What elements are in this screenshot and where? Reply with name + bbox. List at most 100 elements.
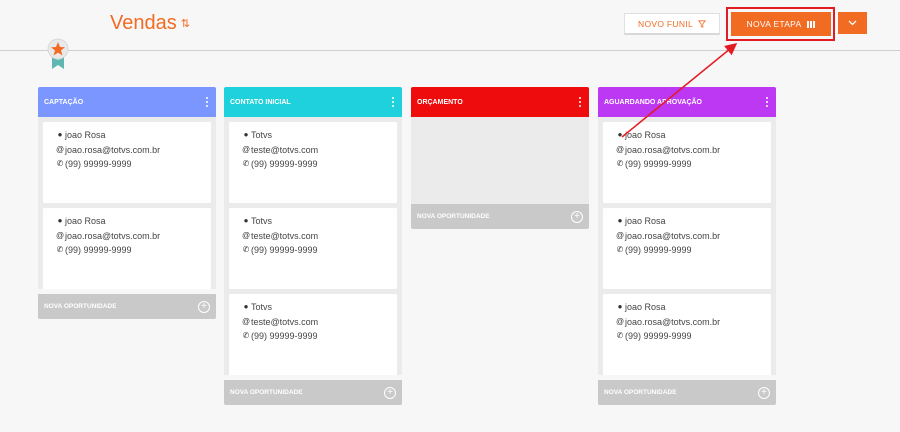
column-header: ORÇAMENTO — [411, 87, 589, 117]
phone-icon: ✆ — [242, 245, 250, 254]
nova-etapa-button[interactable]: NOVA ETAPA — [731, 12, 831, 36]
nova-oportunidade-button[interactable]: NOVA OPORTUNIDADE + — [224, 380, 402, 405]
card-name: Totvs — [251, 216, 273, 226]
opportunity-card[interactable]: ● joao Rosa @ joao.rosa@totvs.com.br ✆ (99)… — [603, 122, 771, 203]
opportunity-card[interactable]: ● joao Rosa @ joao.rosa@totvs.com.br ✆ (99)… — [603, 208, 771, 289]
card-phone-row: ✆ (99) 99999-9999 — [616, 329, 771, 344]
column-header: CAPTAÇÃO — [38, 87, 216, 117]
kanban-column: ORÇAMENTO NOVA OPORTUNIDADE + — [411, 87, 589, 229]
column-body: ● Totvs @ teste@totvs.com ✆ (99) 99999-9999… — [224, 117, 402, 375]
card-email-row: @ teste@totvs.com — [242, 315, 397, 330]
opportunity-card[interactable]: ● joao Rosa @ joao.rosa@totvs.com.br ✆ (99)… — [43, 208, 211, 289]
card-phone-row: ✆ (99) 99999-9999 — [616, 157, 771, 172]
card-phone-row: ✆ (99) 99999-9999 — [242, 157, 397, 172]
card-email: teste@totvs.com — [251, 144, 319, 155]
empty-drop-zone — [416, 122, 584, 204]
user-icon: ● — [617, 216, 623, 225]
user-icon: ● — [243, 216, 249, 225]
user-icon: ● — [617, 130, 623, 139]
phone-icon: ✆ — [616, 159, 624, 168]
card-phone: (99) 99999-9999 — [65, 245, 132, 255]
card-email: joao.rosa@totvs.com.br — [625, 144, 721, 155]
user-icon: ● — [57, 130, 63, 139]
card-name: joao Rosa — [65, 130, 106, 140]
card-name-row: ● Totvs — [242, 214, 397, 229]
opportunity-card[interactable]: ● joao Rosa @ joao.rosa@totvs.com.br ✆ (99)… — [43, 122, 211, 203]
card-name-row: ● joao Rosa — [56, 214, 211, 229]
at-icon: @ — [242, 316, 251, 326]
nova-oportunidade-button[interactable]: NOVA OPORTUNIDADE + — [411, 204, 589, 229]
nova-oportunidade-button[interactable]: NOVA OPORTUNIDADE + — [598, 380, 776, 405]
card-name-row: ● Totvs — [242, 300, 397, 315]
page-title: Vendas ⇅ — [110, 12, 190, 35]
card-name: joao Rosa — [625, 216, 666, 226]
kebab-menu-icon[interactable] — [577, 95, 584, 110]
kebab-menu-icon[interactable] — [390, 95, 397, 110]
column-title: CAPTAÇÃO — [44, 98, 84, 106]
opportunity-card[interactable]: ● joao Rosa @ joao.rosa@totvs.com.br ✆ (99)… — [603, 294, 771, 375]
card-phone-row: ✆ (99) 99999-9999 — [242, 243, 397, 258]
card-email-row: @ teste@totvs.com — [242, 143, 397, 158]
card-name-row: ● joao Rosa — [616, 128, 771, 143]
card-email-row: @ teste@totvs.com — [242, 229, 397, 244]
kebab-menu-icon[interactable] — [204, 95, 211, 110]
nova-etapa-label: NOVA ETAPA — [746, 19, 802, 29]
column-header: CONTATO INICIAL — [224, 87, 402, 117]
card-name-row: ● joao Rosa — [616, 300, 771, 315]
opportunity-card[interactable]: ● Totvs @ teste@totvs.com ✆ (99) 99999-9999 — [229, 122, 397, 203]
card-name: Totvs — [251, 302, 273, 312]
page-title-text: Vendas — [110, 12, 177, 34]
card-email: teste@totvs.com — [251, 316, 319, 327]
card-email-row: @ joao.rosa@totvs.com.br — [616, 143, 771, 158]
phone-icon: ✆ — [616, 331, 624, 340]
add-circle-icon: + — [198, 300, 210, 313]
card-name-row: ● Totvs — [242, 128, 397, 143]
card-phone: (99) 99999-9999 — [625, 159, 692, 169]
column-title: CONTATO INICIAL — [230, 98, 291, 106]
phone-icon: ✆ — [56, 159, 64, 168]
card-email: joao.rosa@totvs.com.br — [625, 316, 721, 327]
columns-icon — [807, 20, 816, 28]
kanban-column: AGUARDANDO APROVAÇÃO ● joao Rosa @ joao.ro… — [598, 87, 776, 405]
star-medal-icon — [47, 38, 69, 69]
user-icon: ● — [57, 216, 63, 225]
at-icon: @ — [242, 144, 251, 154]
card-phone-row: ✆ (99) 99999-9999 — [616, 243, 771, 258]
at-icon: @ — [242, 230, 251, 240]
card-email: teste@totvs.com — [251, 230, 319, 241]
at-icon: @ — [616, 144, 625, 154]
card-name-row: ● joao Rosa — [616, 214, 771, 229]
card-phone: (99) 99999-9999 — [625, 331, 692, 341]
card-name: joao Rosa — [625, 302, 666, 312]
kebab-menu-icon[interactable] — [764, 95, 771, 110]
column-body — [411, 117, 589, 204]
nova-oportunidade-label: NOVA OPORTUNIDADE — [230, 389, 303, 396]
phone-icon: ✆ — [56, 245, 64, 254]
sort-arrows-icon[interactable]: ⇅ — [181, 17, 190, 30]
nova-oportunidade-label: NOVA OPORTUNIDADE — [417, 213, 490, 220]
at-icon: @ — [56, 144, 65, 154]
card-name: joao Rosa — [65, 216, 106, 226]
add-circle-icon: + — [758, 386, 770, 399]
card-phone-row: ✆ (99) 99999-9999 — [242, 329, 397, 344]
more-options-button[interactable] — [838, 12, 867, 34]
opportunity-card[interactable]: ● Totvs @ teste@totvs.com ✆ (99) 99999-9999 — [229, 208, 397, 289]
column-title: AGUARDANDO APROVAÇÃO — [604, 98, 702, 106]
at-icon: @ — [616, 230, 625, 240]
nova-oportunidade-button[interactable]: NOVA OPORTUNIDADE + — [38, 294, 216, 319]
card-phone-row: ✆ (99) 99999-9999 — [56, 157, 211, 172]
phone-icon: ✆ — [242, 331, 250, 340]
card-email-row: @ joao.rosa@totvs.com.br — [616, 315, 771, 330]
kanban-column: CONTATO INICIAL ● Totvs @ teste@totvs.com … — [224, 87, 402, 405]
column-body: ● joao Rosa @ joao.rosa@totvs.com.br ✆ (99)… — [598, 117, 776, 375]
card-phone: (99) 99999-9999 — [251, 245, 318, 255]
at-icon: @ — [616, 316, 625, 326]
card-phone: (99) 99999-9999 — [251, 331, 318, 341]
opportunity-card[interactable]: ● Totvs @ teste@totvs.com ✆ (99) 99999-9999 — [229, 294, 397, 375]
card-phone: (99) 99999-9999 — [65, 159, 132, 169]
add-circle-icon: + — [384, 386, 396, 399]
user-icon: ● — [243, 130, 249, 139]
novo-funil-button[interactable]: NOVO FUNIL — [624, 13, 720, 35]
card-phone-row: ✆ (99) 99999-9999 — [56, 243, 211, 258]
card-name-row: ● joao Rosa — [56, 128, 211, 143]
